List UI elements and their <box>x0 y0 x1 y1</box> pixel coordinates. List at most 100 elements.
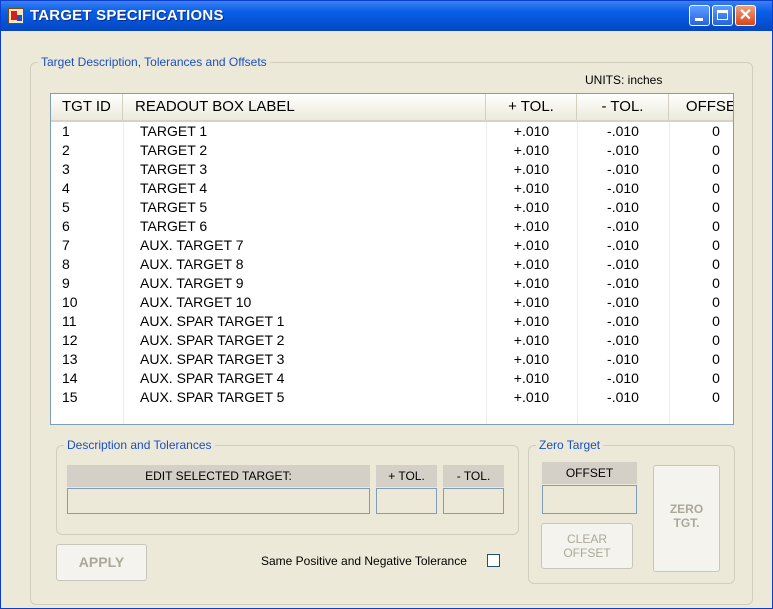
column-header-minus-tol[interactable]: - TOL. <box>577 94 669 120</box>
plus-tol-cell: +.010 <box>513 370 550 386</box>
readout-label-cell: TARGET 1 <box>140 123 208 139</box>
minus-tol-input[interactable] <box>443 488 504 514</box>
zero-tgt-button[interactable]: ZERO TGT. <box>653 465 720 572</box>
list-header: TGT ID READOUT BOX LABEL + TOL. - TOL. O… <box>51 94 733 122</box>
readout-label-cell: AUX. TARGET 10 <box>140 294 252 310</box>
plus-tol-cell: +.010 <box>513 256 550 272</box>
offset-cell: 0 <box>712 123 720 139</box>
plus-tol-cell: +.010 <box>513 294 550 310</box>
readout-label-cell: TARGET 3 <box>140 161 208 177</box>
minus-tol-cell: -.010 <box>607 180 639 196</box>
tgt-id-cell: 8 <box>62 256 70 272</box>
table-row[interactable]: 15 AUX. SPAR TARGET 5 +.010 -.010 0 <box>51 388 733 407</box>
zero-tgt-label-line2: TGT. <box>673 516 700 530</box>
table-row[interactable]: 11 AUX. SPAR TARGET 1 +.010 -.010 0 <box>51 312 733 331</box>
window-title: TARGET SPECIFICATIONS <box>30 7 224 24</box>
offset-cell: 0 <box>712 313 720 329</box>
readout-label-cell: AUX. SPAR TARGET 5 <box>140 389 285 405</box>
same-tolerance-checkbox[interactable] <box>487 554 500 567</box>
minimize-button[interactable] <box>689 5 710 26</box>
tgt-id-cell: 12 <box>62 332 78 348</box>
plus-tol-cell: +.010 <box>513 275 550 291</box>
column-header-offset[interactable]: OFFSET <box>669 94 733 120</box>
tgt-id-cell: 15 <box>62 389 78 405</box>
close-button[interactable]: ✕ <box>735 5 756 26</box>
clear-offset-label-line2: OFFSET <box>563 546 611 560</box>
plus-tol-input[interactable] <box>376 488 437 514</box>
offset-cell: 0 <box>712 332 720 348</box>
target-description-legend: Target Description, Tolerances and Offse… <box>38 55 270 69</box>
minus-tol-cell: -.010 <box>607 161 639 177</box>
plus-tol-cell: +.010 <box>513 123 550 139</box>
minus-tol-label: - TOL. <box>443 465 504 487</box>
readout-label-cell: TARGET 2 <box>140 142 208 158</box>
readout-label-cell: AUX. SPAR TARGET 2 <box>140 332 285 348</box>
column-header-plus-tol[interactable]: + TOL. <box>486 94 577 120</box>
plus-tol-cell: +.010 <box>513 180 550 196</box>
table-row[interactable]: 10 AUX. TARGET 10 +.010 -.010 0 <box>51 293 733 312</box>
apply-button[interactable]: APPLY <box>56 544 147 581</box>
table-row[interactable]: 13 AUX. SPAR TARGET 3 +.010 -.010 0 <box>51 350 733 369</box>
tgt-id-cell: 13 <box>62 351 78 367</box>
table-row[interactable]: 2 TARGET 2 +.010 -.010 0 <box>51 141 733 160</box>
clear-offset-button[interactable]: CLEAR OFFSET <box>541 523 633 569</box>
offset-cell: 0 <box>712 199 720 215</box>
readout-label-cell: AUX. SPAR TARGET 1 <box>140 313 285 329</box>
offset-cell: 0 <box>712 142 720 158</box>
offset-cell: 0 <box>712 256 720 272</box>
column-header-readout-label[interactable]: READOUT BOX LABEL <box>123 94 486 120</box>
offset-cell: 0 <box>712 351 720 367</box>
title-bar[interactable]: TARGET SPECIFICATIONS ✕ <box>1 1 772 31</box>
table-row[interactable]: 4 TARGET 4 +.010 -.010 0 <box>51 179 733 198</box>
table-row[interactable]: 6 TARGET 6 +.010 -.010 0 <box>51 217 733 236</box>
offset-cell: 0 <box>712 180 720 196</box>
tgt-id-cell: 2 <box>62 142 70 158</box>
list-rows: 1 TARGET 1 +.010 -.010 0 2 TARGET 2 +.010 -.010 0… <box>51 122 733 407</box>
maximize-button[interactable] <box>712 5 733 26</box>
table-row[interactable]: 9 AUX. TARGET 9 +.010 -.010 0 <box>51 274 733 293</box>
plus-tol-cell: +.010 <box>513 351 550 367</box>
plus-tol-label: + TOL. <box>376 465 437 487</box>
table-row[interactable]: 5 TARGET 5 +.010 -.010 0 <box>51 198 733 217</box>
plus-tol-cell: +.010 <box>513 199 550 215</box>
plus-tol-cell: +.010 <box>513 142 550 158</box>
description-tolerances-legend: Description and Tolerances <box>64 438 215 452</box>
tgt-id-cell: 10 <box>62 294 78 310</box>
units-label: UNITS: inches <box>585 73 663 87</box>
minus-tol-cell: -.010 <box>607 351 639 367</box>
offset-label: OFFSET <box>542 462 637 484</box>
targets-list[interactable]: TGT ID READOUT BOX LABEL + TOL. - TOL. O… <box>50 93 734 425</box>
table-row[interactable]: 1 TARGET 1 +.010 -.010 0 <box>51 122 733 141</box>
tgt-id-cell: 7 <box>62 237 70 253</box>
plus-tol-cell: +.010 <box>513 332 550 348</box>
tgt-id-cell: 3 <box>62 161 70 177</box>
plus-tol-cell: +.010 <box>513 237 550 253</box>
tgt-id-cell: 5 <box>62 199 70 215</box>
minus-tol-cell: -.010 <box>607 370 639 386</box>
readout-label-cell: AUX. SPAR TARGET 4 <box>140 370 285 386</box>
offset-cell: 0 <box>712 218 720 234</box>
tgt-id-cell: 6 <box>62 218 70 234</box>
offset-cell: 0 <box>712 294 720 310</box>
offset-input[interactable] <box>542 485 637 514</box>
target-label-input[interactable] <box>67 488 370 514</box>
close-icon: ✕ <box>738 7 753 24</box>
minus-tol-cell: -.010 <box>607 275 639 291</box>
readout-label-cell: AUX. TARGET 9 <box>140 275 244 291</box>
minus-tol-cell: -.010 <box>607 389 639 405</box>
edit-selected-target-label: EDIT SELECTED TARGET: <box>67 465 370 487</box>
table-row[interactable]: 7 AUX. TARGET 7 +.010 -.010 0 <box>51 236 733 255</box>
table-row[interactable]: 3 TARGET 3 +.010 -.010 0 <box>51 160 733 179</box>
minus-tol-cell: -.010 <box>607 313 639 329</box>
minimize-icon <box>695 18 703 21</box>
minus-tol-cell: -.010 <box>607 332 639 348</box>
table-row[interactable]: 8 AUX. TARGET 8 +.010 -.010 0 <box>51 255 733 274</box>
offset-cell: 0 <box>712 275 720 291</box>
target-specifications-window: TARGET SPECIFICATIONS ✕ Target Descripti… <box>0 0 773 609</box>
zero-tgt-label-line1: ZERO <box>669 502 704 516</box>
table-row[interactable]: 14 AUX. SPAR TARGET 4 +.010 -.010 0 <box>51 369 733 388</box>
tgt-id-cell: 9 <box>62 275 70 291</box>
plus-tol-cell: +.010 <box>513 389 550 405</box>
column-header-tgt-id[interactable]: TGT ID <box>51 94 123 120</box>
table-row[interactable]: 12 AUX. SPAR TARGET 2 +.010 -.010 0 <box>51 331 733 350</box>
